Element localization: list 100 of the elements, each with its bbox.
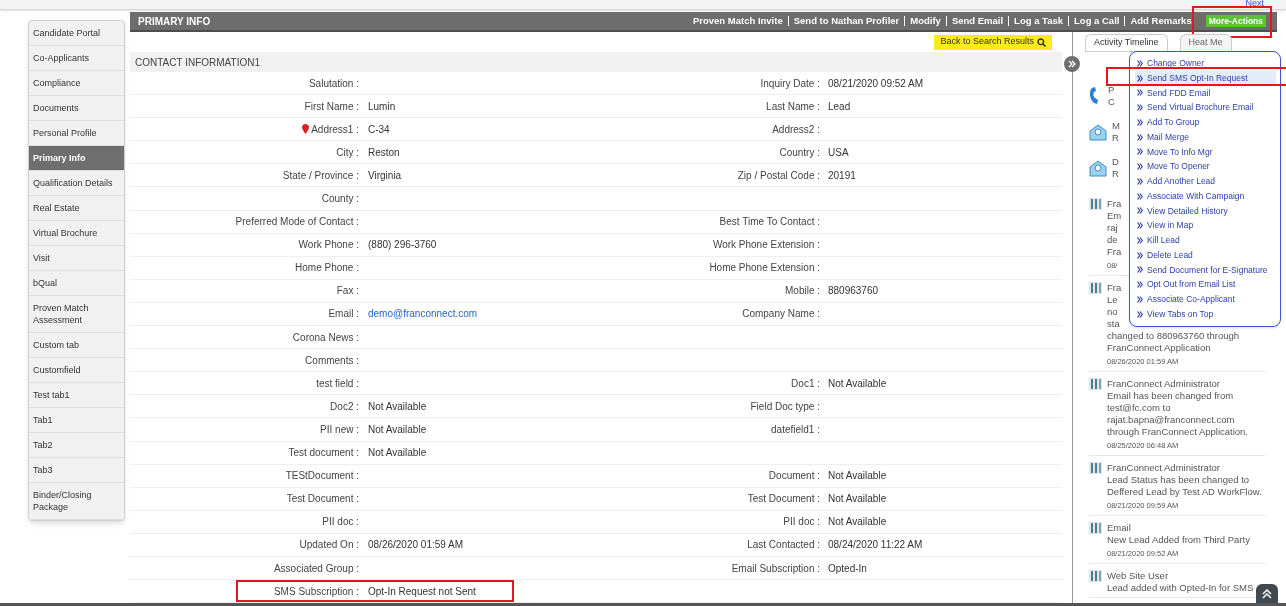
header-action-link[interactable]: Modify — [910, 13, 941, 29]
field-value: Opted-In — [828, 562, 867, 574]
sidebar-item[interactable]: Customfield — [29, 358, 124, 383]
menu-item[interactable]: Associate With Campaign — [1135, 188, 1276, 204]
menu-item[interactable]: Mail Merge — [1135, 129, 1276, 145]
entry-title: FranConnect Administrator — [1107, 462, 1220, 474]
double-chevron-icon — [1137, 133, 1143, 141]
header-action-link[interactable]: Add Remarks — [1130, 13, 1192, 29]
field-value: Lumin — [368, 100, 396, 112]
scroll-to-top-button[interactable] — [1256, 584, 1278, 604]
field-label: Country : — [779, 145, 820, 160]
sidebar-item[interactable]: Co-Applicants — [29, 46, 124, 71]
field-label: Last Name : — [766, 99, 820, 114]
double-chevron-icon — [1137, 266, 1143, 274]
entry-title: Fra — [1107, 282, 1122, 294]
menu-item[interactable]: Associate Co-Applicant — [1135, 292, 1276, 307]
entry-title: Web Site User — [1107, 570, 1169, 582]
sidebar-item[interactable]: Qualification Details — [29, 171, 124, 196]
field-label: State / Province : — [282, 168, 359, 183]
field-label: Test document : — [288, 446, 359, 461]
field-label: Work Phone Extension : — [712, 238, 820, 253]
double-chevron-icon — [1137, 251, 1143, 259]
menu-item[interactable]: Send Document for E-Signature — [1135, 262, 1276, 278]
menu-item[interactable]: Send FDD Email — [1135, 85, 1276, 101]
menu-item[interactable]: View Tabs on Top — [1135, 306, 1276, 322]
field-label: Doc2 : — [330, 399, 359, 414]
sidebar-item[interactable]: Tab1 — [29, 408, 124, 433]
next-link[interactable]: Next — [1245, 0, 1264, 8]
sidebar-item[interactable]: Custom tab — [29, 333, 124, 358]
double-chevron-icon — [1137, 236, 1143, 244]
field-label: Associated Group : — [273, 561, 359, 576]
field-value: (880) 296-3760 — [368, 239, 437, 251]
panel-tab[interactable]: Activity Timeline — [1085, 34, 1168, 51]
sidebar-item[interactable]: Visit — [29, 246, 124, 271]
entry-text: changed to 880963760 through — [1107, 330, 1240, 342]
field-label: First Name : — [304, 99, 359, 114]
double-chevron-icon — [1137, 222, 1143, 230]
menu-item[interactable]: Send Virtual Brochure Email — [1135, 100, 1276, 115]
sidebar-item[interactable]: Binder/Closing Package — [29, 483, 124, 520]
panel-tab[interactable]: Heat Me — [1179, 34, 1232, 51]
field-value: Virginia — [368, 169, 402, 181]
entry-text: Em — [1107, 210, 1122, 222]
menu-item[interactable]: Add Another Lead — [1135, 174, 1276, 189]
field-value: Not Available — [368, 400, 427, 412]
entry-text: Lead added with Opted-In for SMS — [1107, 582, 1254, 594]
entry-text: FranConnect Application — [1107, 342, 1211, 354]
sidebar-item[interactable]: Primary Info — [29, 146, 124, 171]
sidebar-item[interactable]: Real Estate — [29, 196, 124, 221]
page-title: PRIMARY INFO — [138, 14, 211, 29]
field-label: Zip / Postal Code : — [737, 168, 820, 183]
field-value: 08/24/2020 11:22 AM — [828, 539, 923, 551]
sidebar-item[interactable]: Documents — [29, 96, 124, 121]
header-action-link[interactable]: Send Email — [951, 13, 1004, 29]
sidebar-item[interactable]: Virtual Brochure — [29, 221, 124, 246]
field-label: Doc1 : — [791, 376, 820, 391]
sidebar-item[interactable]: Test tab1 — [29, 383, 124, 408]
entry-text: R — [1112, 168, 1119, 180]
menu-item[interactable]: Move To Info Mgr — [1135, 144, 1276, 160]
back-to-search-button[interactable]: Back to Search Results — [934, 34, 1052, 50]
menu-item[interactable]: Move To Opener — [1135, 159, 1276, 174]
field-label: Work Phone : — [298, 238, 359, 253]
menu-item[interactable]: Change Owner — [1135, 56, 1276, 71]
entry-text: Lead Status has been changed to — [1107, 474, 1250, 486]
header-action-link[interactable]: Log a Call — [1074, 13, 1120, 29]
header-action-link[interactable]: Send to Nathan Profiler — [793, 13, 900, 29]
entry-text: Fra — [1107, 246, 1122, 258]
field-label: Mobile : — [785, 284, 820, 299]
field-value: 08/21/2020 09:52 AM — [828, 77, 924, 89]
field-label: Test Document : — [286, 492, 359, 507]
header-action-link[interactable]: Log a Task — [1014, 13, 1064, 29]
field-label: Home Phone Extension : — [709, 261, 820, 276]
menu-item[interactable]: View Detailed History — [1135, 203, 1276, 219]
entry-text: New Lead Added from Third Party — [1107, 534, 1250, 546]
collapse-button[interactable] — [1064, 56, 1080, 72]
sidebar-item[interactable]: Proven Match Assessment — [29, 296, 124, 333]
entry-text: C — [1108, 96, 1115, 108]
double-chevron-icon — [1137, 281, 1143, 289]
entry-text: Le — [1107, 294, 1118, 306]
sidebar-item[interactable]: Candidate Portal — [29, 21, 124, 46]
entry-title: D — [1112, 156, 1119, 168]
field-value: 08/26/2020 01:59 AM — [368, 539, 464, 551]
field-label: Email : — [328, 307, 359, 322]
menu-item[interactable]: Delete Lead — [1135, 247, 1276, 263]
menu-item[interactable]: Add To Group — [1135, 115, 1276, 130]
header-action-link[interactable]: Proven Match Invite — [692, 13, 783, 29]
menu-item[interactable]: Kill Lead — [1135, 233, 1276, 248]
field-label: Preferred Mode of Contact : — [235, 215, 359, 230]
double-chevron-icon — [1068, 60, 1076, 68]
menu-item[interactable]: Opt Out from Email List — [1135, 277, 1276, 292]
sidebar-item[interactable]: Tab2 — [29, 433, 124, 458]
sidebar-item[interactable]: Compliance — [29, 71, 124, 96]
envelope-icon — [1089, 159, 1107, 177]
email-link[interactable]: demo@franconnect.com — [368, 308, 478, 320]
sidebar-item[interactable]: Tab3 — [29, 458, 124, 483]
menu-item[interactable]: View in Map — [1135, 218, 1276, 233]
search-icon — [1037, 37, 1046, 47]
field-label: Test Document : — [747, 492, 820, 507]
sidebar-item[interactable]: bQual — [29, 271, 124, 296]
entry-text: through FranConnect Application. — [1107, 426, 1248, 438]
double-chevron-icon — [1137, 295, 1143, 303]
